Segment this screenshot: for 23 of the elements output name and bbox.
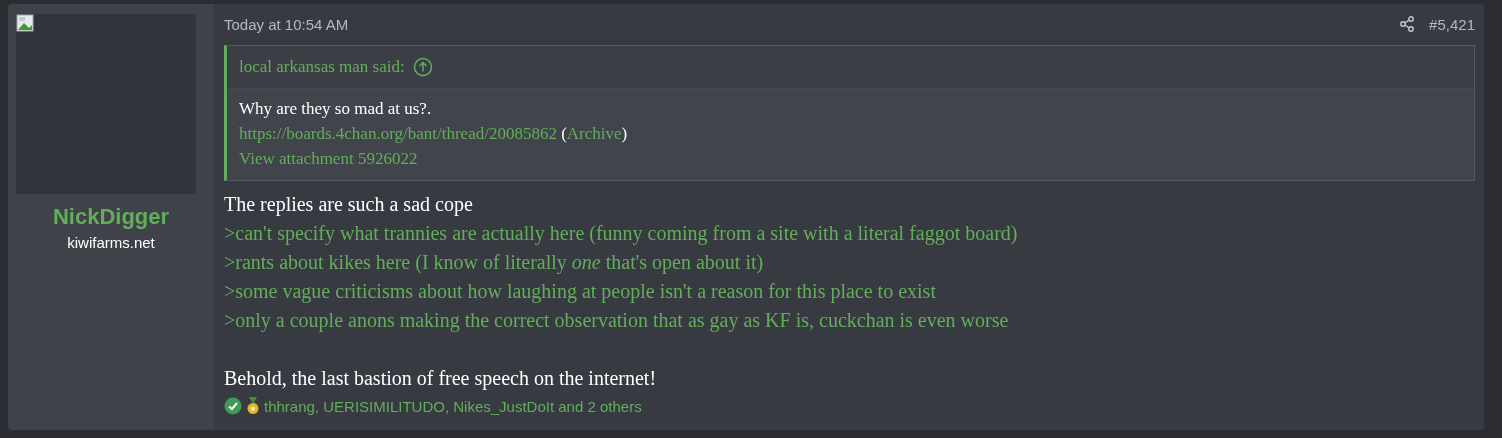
arrow-up-circle-icon[interactable] (412, 57, 433, 77)
check-circle-icon (224, 397, 242, 415)
link-punctuation: ) (621, 124, 628, 143)
link-punctuation: ( (560, 124, 567, 143)
post-number-link[interactable]: #5,421 (1429, 15, 1475, 33)
post-text: Behold, the last bastion of free speech on the internet! (224, 366, 658, 392)
share-icon[interactable] (1399, 16, 1416, 32)
link[interactable]: Archive (566, 124, 622, 143)
greentext-line: >rants about kikes here (I know of literally one that's open about it) (224, 250, 765, 276)
post-text: The replies are such a sad cope (224, 192, 474, 218)
greentext-line: >only a couple anons making the correct observation that as gay as KF is, cuckchan is even worse (224, 308, 1010, 334)
user-title: kiwifarms.net (67, 234, 155, 251)
medal-icon (246, 397, 260, 415)
attachment-link[interactable]: View attachment 5926022 (239, 146, 418, 171)
username-link[interactable]: NickDigger (52, 204, 170, 230)
quote-text: Why are they so mad at us?. (239, 98, 433, 120)
greentext-line: >some vague criticisms about how laughing at people isn't a reason for this place to exist (224, 279, 937, 305)
quote-attribution[interactable]: local arkansas man said: (239, 57, 405, 77)
link[interactable]: https://boards.4chan.org/bant/thread/20085862 (239, 124, 557, 143)
post-timestamp[interactable]: Today at 10:54 AM (224, 15, 349, 33)
greentext-line: >can't specify what trannies are actually here (funny coming from a site with a literal faggot board) (224, 221, 1019, 247)
reactions-link[interactable]: thhrang, UERISIMILITUDO, Nikes_JustDoIt and 2 others (264, 397, 642, 415)
broken-image-icon (16, 14, 36, 34)
